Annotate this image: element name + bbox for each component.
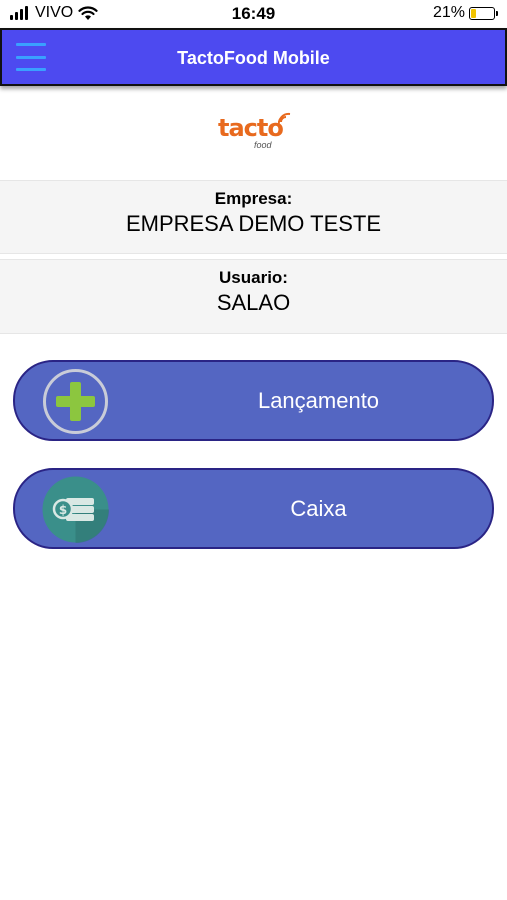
status-time: 16:49 — [231, 4, 276, 23]
lancamento-button[interactable]: Lançamento — [13, 360, 494, 441]
caixa-button[interactable]: $ Caixa — [13, 468, 494, 549]
app-header: TactoFood Mobile — [0, 28, 507, 86]
logo-text: tacto — [218, 114, 284, 142]
user-panel: Usuario: SALAO — [0, 259, 507, 334]
user-label: Usuario: — [219, 268, 288, 287]
signal-waves-icon — [278, 112, 291, 127]
tacto-food-logo: tacto food — [218, 112, 298, 154]
plus-circle-icon — [43, 369, 108, 434]
battery-level — [471, 8, 477, 18]
battery-icon — [469, 6, 498, 20]
cash-money-icon: $ — [42, 476, 109, 543]
status-bar: VIVO 16:49 21% — [0, 0, 507, 28]
app-title: TactoFood Mobile — [177, 48, 330, 68]
caixa-label: Caixa — [290, 496, 347, 521]
status-right: 21% — [432, 4, 498, 22]
battery-percent: 21% — [432, 4, 465, 21]
company-value: EMPRESA DEMO TESTE — [125, 211, 382, 236]
company-panel: Empresa: EMPRESA DEMO TESTE — [0, 180, 507, 254]
app-screen: VIVO 16:49 21% TactoFood Mobile tacto fo… — [0, 0, 507, 900]
user-value: SALAO — [216, 290, 291, 315]
logo-subtext: food — [254, 140, 272, 150]
lancamento-label: Lançamento — [257, 388, 380, 413]
svg-text:$: $ — [59, 503, 67, 517]
company-label: Empresa: — [214, 189, 293, 208]
